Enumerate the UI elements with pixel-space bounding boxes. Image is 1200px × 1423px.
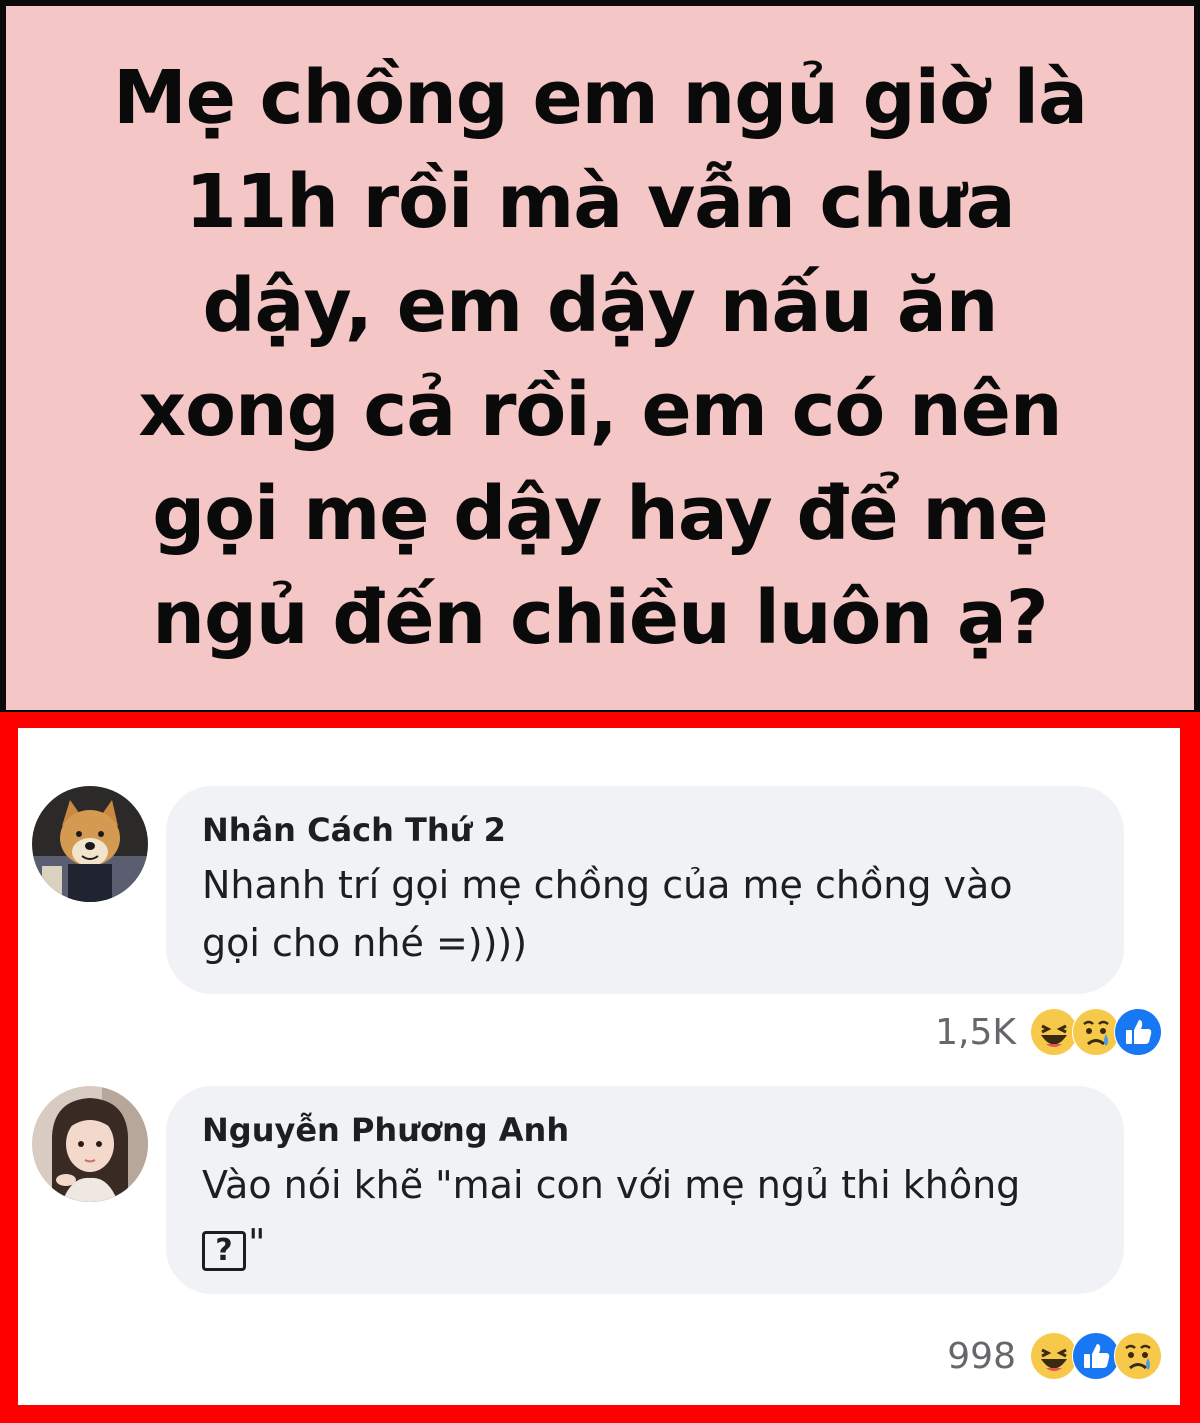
comment-text-line: gọi cho nhé =)))): [202, 921, 528, 965]
question-line: xong cả rồi, em có nên: [138, 367, 1062, 453]
comment-bubble: Nhân Cách Thứ 2 Nhanh trí gọi mẹ chồng c…: [166, 786, 1124, 994]
comment-text-line: ? ": [202, 1214, 1090, 1272]
reaction-count: 998: [947, 1335, 1016, 1377]
comment-text-line: Nhanh trí gọi mẹ chồng của mẹ chồng vào: [202, 863, 1013, 907]
comment-text-line: Vào nói khẽ "mai con với mẹ ngủ thi khôn…: [202, 1163, 1021, 1207]
question-line: dậy, em dậy nấu ăn: [202, 263, 999, 349]
question-text: Mẹ chồng em ngủ giờ là 11h rồi mà vẫn ch…: [113, 46, 1088, 670]
comment-text-suffix: ": [248, 1221, 266, 1265]
image-frame: Mẹ chồng em ngủ giờ là 11h rồi mà vẫn ch…: [0, 0, 1200, 1423]
question-line: 11h rồi mà vẫn chưa: [185, 159, 1015, 245]
girl-portrait-avatar-icon: [32, 1086, 148, 1202]
reaction-icons: [1030, 1332, 1162, 1380]
question-panel: Mẹ chồng em ngủ giờ là 11h rồi mà vẫn ch…: [6, 6, 1194, 710]
reaction-icons: [1030, 1008, 1162, 1056]
avatar[interactable]: [32, 786, 148, 902]
haha-icon: [1030, 1008, 1078, 1056]
comment-author[interactable]: Nguyễn Phương Anh: [202, 1108, 1090, 1152]
comment-bubble: Nguyễn Phương Anh Vào nói khẽ "mai con v…: [166, 1086, 1124, 1294]
question-line: Mẹ chồng em ngủ giờ là: [113, 55, 1088, 141]
comments-highlight-border: Nhân Cách Thứ 2 Nhanh trí gọi mẹ chồng c…: [0, 712, 1200, 1423]
comment-text: Vào nói khẽ "mai con với mẹ ngủ thi khôn…: [202, 1156, 1090, 1272]
like-icon: [1072, 1332, 1120, 1380]
sad-icon: [1072, 1008, 1120, 1056]
comment-text: Nhanh trí gọi mẹ chồng của mẹ chồng vào …: [202, 856, 1090, 972]
question-line: ngủ đến chiều luôn ạ?: [152, 575, 1048, 661]
reaction-count: 1,5K: [935, 1011, 1016, 1053]
question-line: gọi mẹ dậy hay để mẹ: [152, 471, 1048, 557]
avatar[interactable]: [32, 1086, 148, 1202]
reaction-summary[interactable]: 1,5K: [935, 1008, 1162, 1056]
shiba-dog-avatar-icon: [32, 786, 148, 902]
comment-author[interactable]: Nhân Cách Thứ 2: [202, 808, 1090, 852]
comments-section: Nhân Cách Thứ 2 Nhanh trí gọi mẹ chồng c…: [18, 728, 1180, 1405]
reaction-summary[interactable]: 998: [947, 1332, 1162, 1380]
haha-icon: [1030, 1332, 1078, 1380]
sad-icon: [1114, 1332, 1162, 1380]
like-icon: [1114, 1008, 1162, 1056]
unknown-glyph-box: ?: [202, 1231, 246, 1271]
